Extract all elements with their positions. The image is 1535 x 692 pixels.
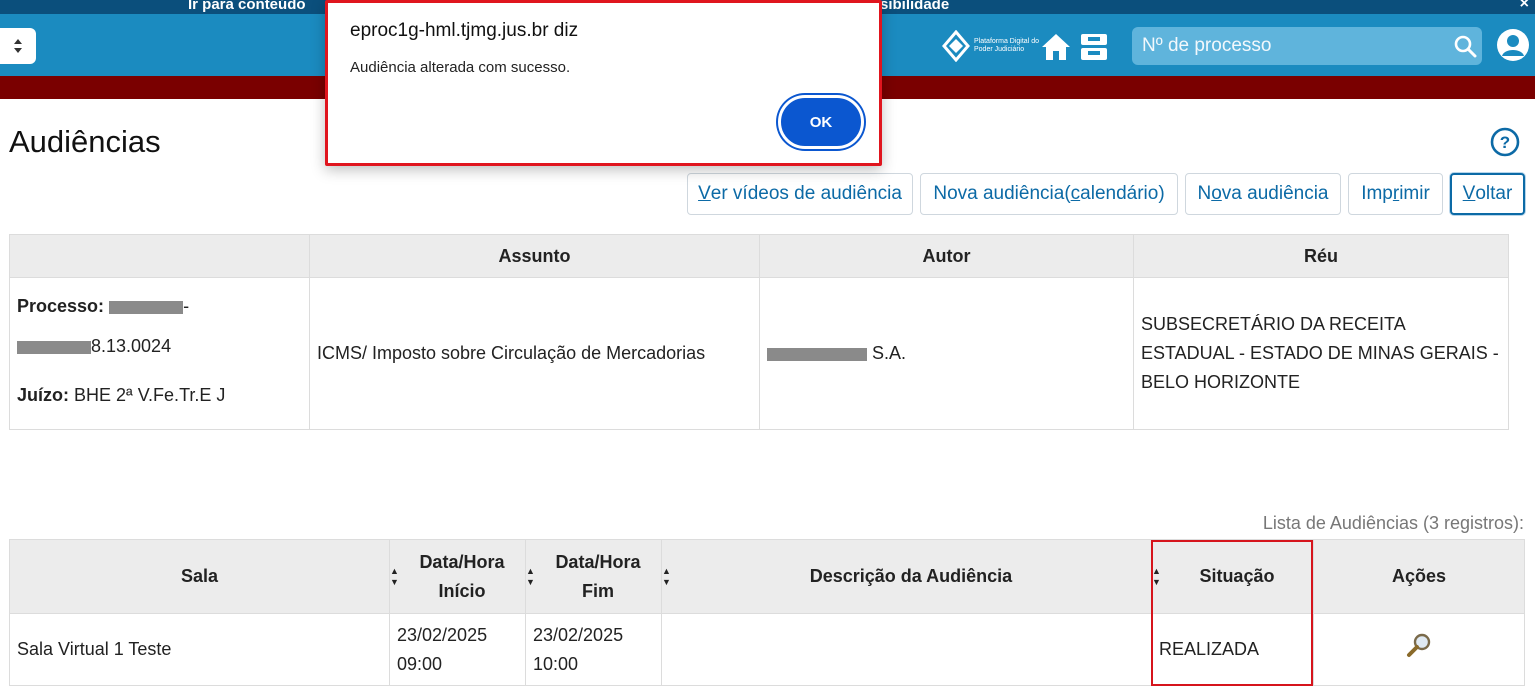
inbox-icon[interactable] <box>1078 32 1110 62</box>
table-header-row: Assunto Autor Réu <box>9 234 1509 278</box>
header-reu: Réu <box>1133 234 1509 278</box>
back-button[interactable]: Voltar <box>1450 173 1525 215</box>
new-hearing-calendar-button[interactable]: Nova audiência(c alendário) <box>920 173 1178 215</box>
sort-icon[interactable]: ▲ ▼ <box>662 566 671 588</box>
user-icon[interactable] <box>1496 28 1530 62</box>
close-icon[interactable]: × <box>1520 0 1529 13</box>
sort-icon[interactable]: ▲ ▼ <box>526 566 535 588</box>
header-acoes: Ações <box>1313 539 1525 614</box>
search-icon[interactable] <box>1448 29 1482 63</box>
defendant-cell: SUBSECRETÁRIO DA RECEITA ESTADUAL - ESTA… <box>1133 277 1509 430</box>
header-inicio[interactable]: ▲ ▼ Data/Hora Início <box>389 539 526 614</box>
help-icon[interactable]: ? <box>1490 127 1520 157</box>
header-autor: Autor <box>759 234 1134 278</box>
start-cell: 23/02/2025 09:00 <box>389 613 526 686</box>
skip-to-content-link[interactable]: Ir para conteúdo <box>188 0 306 13</box>
header-situacao[interactable]: ▲ ▼ Situação <box>1151 539 1314 614</box>
process-cell: Processo: - 8.13.0024 Juízo: BHE 2ª V.Fe… <box>9 277 310 430</box>
actions-cell <box>1313 613 1525 686</box>
process-search <box>1132 27 1482 65</box>
pdpj-logo[interactable]: Plataforma Digital do Poder Judiciário <box>942 30 1040 62</box>
table-row: Sala Virtual 1 Teste 23/02/2025 09:00 23… <box>9 613 1525 686</box>
table-header-row: Sala ▲ ▼ Data/Hora Início ▲ ▼ Data/Hora Fim … <box>9 539 1525 614</box>
status-cell: REALIZADA <box>1151 613 1314 686</box>
header-blank <box>9 234 310 278</box>
watch-videos-button[interactable]: Ver vídeos de audiência <box>687 173 913 215</box>
alert-dialog: eproc1g-hml.tjmg.jus.br diz Audiência al… <box>325 0 882 166</box>
court-value: BHE 2ª V.Fe.Tr.E J <box>74 385 226 405</box>
subject-cell: ICMS/ Imposto sobre Circulação de Mercad… <box>309 277 760 430</box>
process-label: Processo: <box>17 296 105 316</box>
list-caption: Lista de Audiências (3 registros): <box>1262 513 1524 533</box>
print-button[interactable]: Imp r imir <box>1348 173 1443 215</box>
magnifier-icon[interactable] <box>1406 632 1432 658</box>
ok-button[interactable]: OK <box>778 95 864 149</box>
dialog-title: eproc1g-hml.tjmg.jus.br diz <box>350 20 579 41</box>
svg-text:?: ? <box>1500 133 1510 152</box>
dialog-message: Audiência alterada com sucesso. <box>350 59 571 76</box>
process-number-part2: 8.13.0024 <box>91 336 172 356</box>
author-cell: S.A. <box>759 277 1134 430</box>
end-cell: 23/02/2025 10:00 <box>525 613 662 686</box>
header-fim[interactable]: ▲ ▼ Data/Hora Fim <box>525 539 662 614</box>
redacted-block <box>17 340 91 354</box>
pdpj-logo-icon <box>942 30 970 62</box>
header-sala: Sala <box>9 539 390 614</box>
sort-icon[interactable]: ▲ ▼ <box>390 566 399 588</box>
process-number-part1: - <box>183 296 190 316</box>
author-suffix: S.A. <box>872 343 907 363</box>
hearings-table: Sala ▲ ▼ Data/Hora Início ▲ ▼ Data/Hora Fim … <box>9 539 1525 686</box>
header-assunto: Assunto <box>309 234 760 278</box>
redacted-block <box>767 347 867 361</box>
court-label: Juízo: <box>17 385 69 405</box>
process-info-table: Assunto Autor Réu Processo: - 8.13.0024 … <box>9 234 1509 430</box>
select-arrows-icon[interactable] <box>0 28 36 64</box>
process-number-input[interactable] <box>1132 27 1448 65</box>
room-cell: Sala Virtual 1 Teste <box>9 613 390 686</box>
table-row: Processo: - 8.13.0024 Juízo: BHE 2ª V.Fe… <box>9 277 1509 430</box>
page-title: Audiências <box>9 124 161 159</box>
redacted-block <box>109 300 184 314</box>
header-descricao[interactable]: ▲ ▼ Descrição da Audiência <box>661 539 1152 614</box>
home-icon[interactable] <box>1040 32 1072 62</box>
pdpj-logo-text: Plataforma Digital do Poder Judiciário <box>974 38 1039 53</box>
description-cell <box>661 613 1152 686</box>
new-hearing-button[interactable]: No va audiência <box>1185 173 1341 215</box>
accessibility-link[interactable]: sibilidade <box>880 0 949 13</box>
sort-icon[interactable]: ▲ ▼ <box>1152 566 1161 588</box>
